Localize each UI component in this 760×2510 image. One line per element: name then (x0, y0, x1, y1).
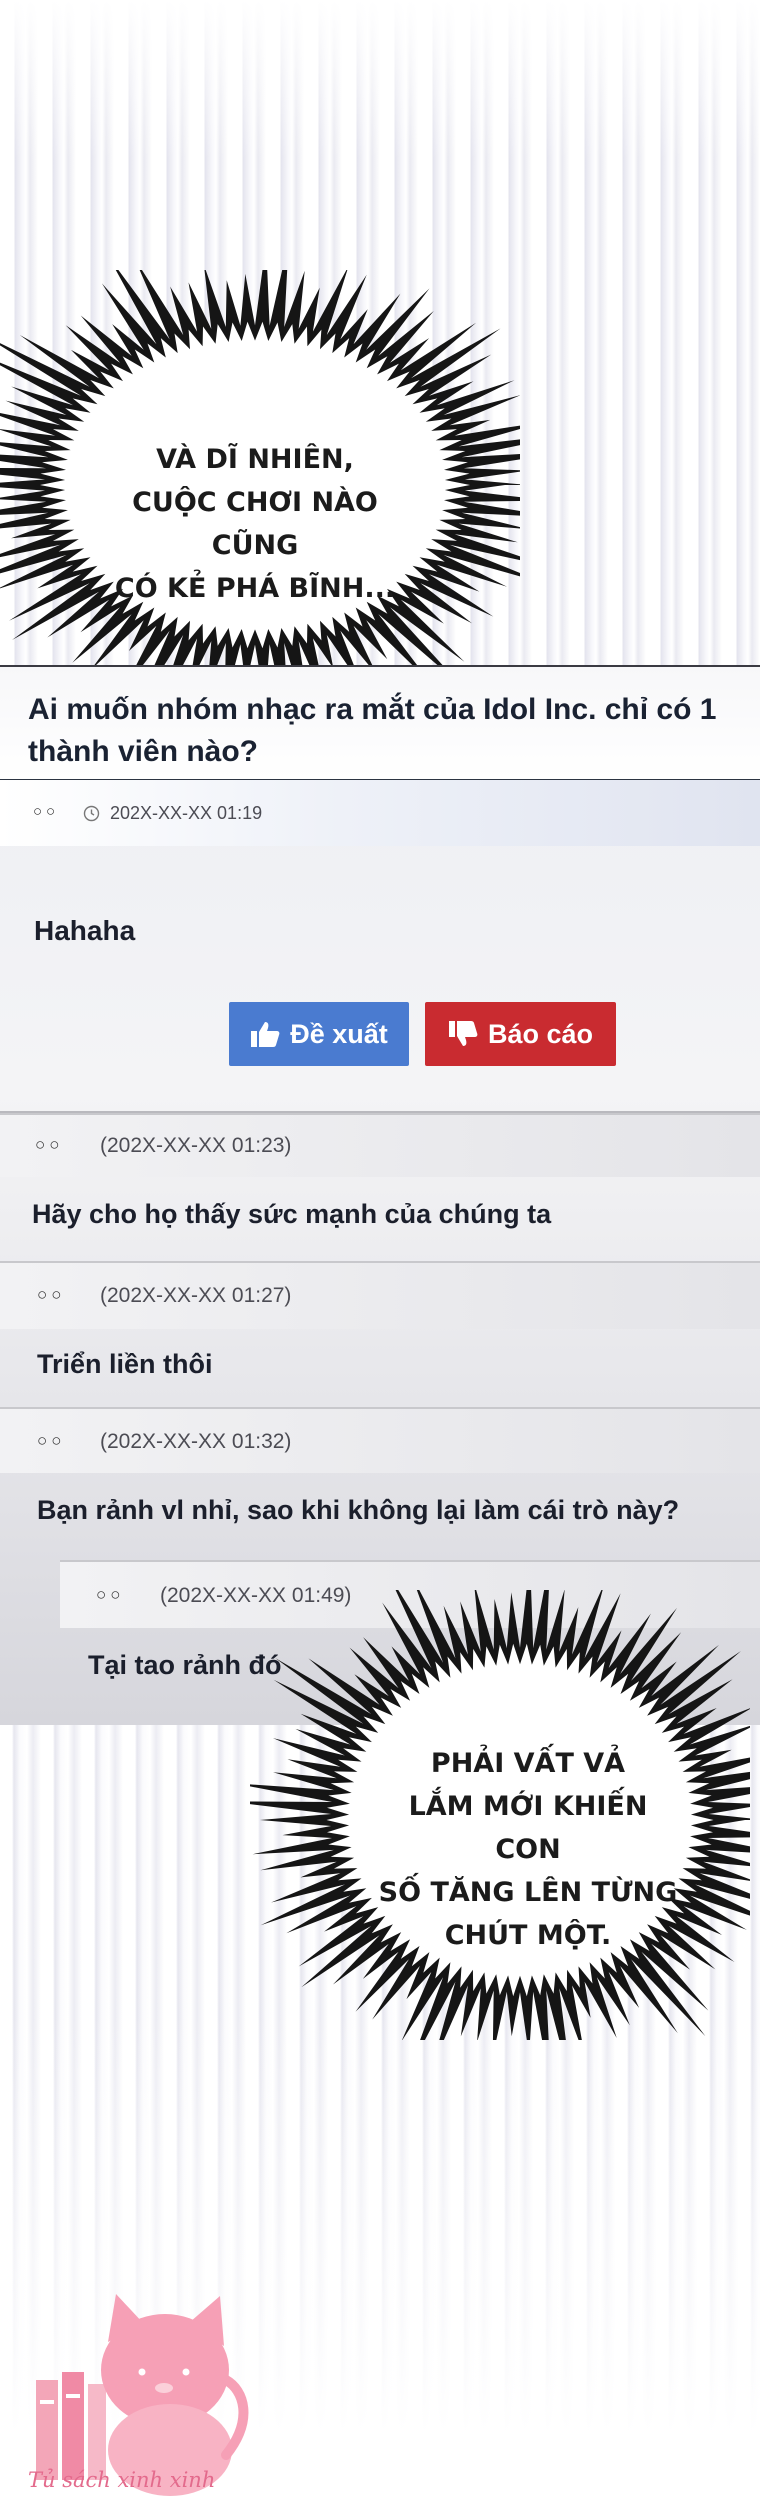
author-avatar-icons: ○○ (33, 803, 60, 820)
post-timestamp: 202X-XX-XX 01:19 (110, 803, 263, 823)
forum-screenshot: Ai muốn nhóm nhạc ra mắt của Idol Inc. c… (0, 665, 760, 1725)
comment-author-icons: ○○ (37, 1431, 66, 1450)
post-body: Hahaha (34, 915, 136, 946)
comment-meta-bar: ○○ (202X-XX-XX 01:32) (0, 1407, 760, 1473)
comment-author-icons: ○○ (35, 1135, 64, 1154)
clock-icon (83, 805, 100, 822)
comment-timestamp: (202X-XX-XX 01:23) (100, 1134, 292, 1157)
upvote-button[interactable]: Đề xuất (229, 1002, 409, 1066)
thumbs-up-icon (251, 1022, 280, 1047)
report-label: Báo cáo (487, 1018, 594, 1049)
upvote-label: Đề xuất (290, 1018, 388, 1049)
post-title-bar: Ai muốn nhóm nhạc ra mắt của Idol Inc. c… (0, 665, 760, 782)
comment-timestamp: (202X-XX-XX 01:27) (100, 1284, 292, 1307)
post-title: Ai muốn nhóm nhạc ra mắt của Idol Inc. c… (28, 693, 717, 768)
comment-text: Bạn rảnh vl nhỉ, sao khi không lại làm c… (37, 1495, 680, 1525)
comment-text: Hãy cho họ thấy sức mạnh của chúng ta (32, 1199, 552, 1229)
report-button[interactable]: Báo cáo (425, 1002, 616, 1066)
comment-meta-bar: ○○ (202X-XX-XX 01:27) (0, 1261, 760, 1329)
watermark-text: Tủ sách xinh xinh (28, 2468, 216, 2492)
comment-text: Triển liền thôi (37, 1349, 213, 1379)
top-fade (0, 0, 760, 160)
comment-meta-bar: ○○ (202X-XX-XX 01:23) (0, 1113, 760, 1177)
thumbs-down-icon (448, 1021, 478, 1046)
post-meta-bar: ○○ 202X-XX-XX 01:19 (0, 780, 760, 846)
bubble-text-top: VÀ DĨ NHIÊN, CUỘC CHƠI NÀO CŨNG CÓ KẺ PH… (114, 444, 396, 604)
bubble-text-bottom: PHẢI VẤT VẢ LẮM MỚI KHIẾN CON SỐ TĂNG LÊ… (378, 1748, 678, 1951)
reply-author-icons: ○○ (96, 1585, 125, 1604)
pink-cat-bookshelf-logo (36, 2294, 249, 2496)
comment-timestamp: (202X-XX-XX 01:32) (100, 1430, 292, 1453)
comment-author-icons: ○○ (37, 1285, 66, 1304)
